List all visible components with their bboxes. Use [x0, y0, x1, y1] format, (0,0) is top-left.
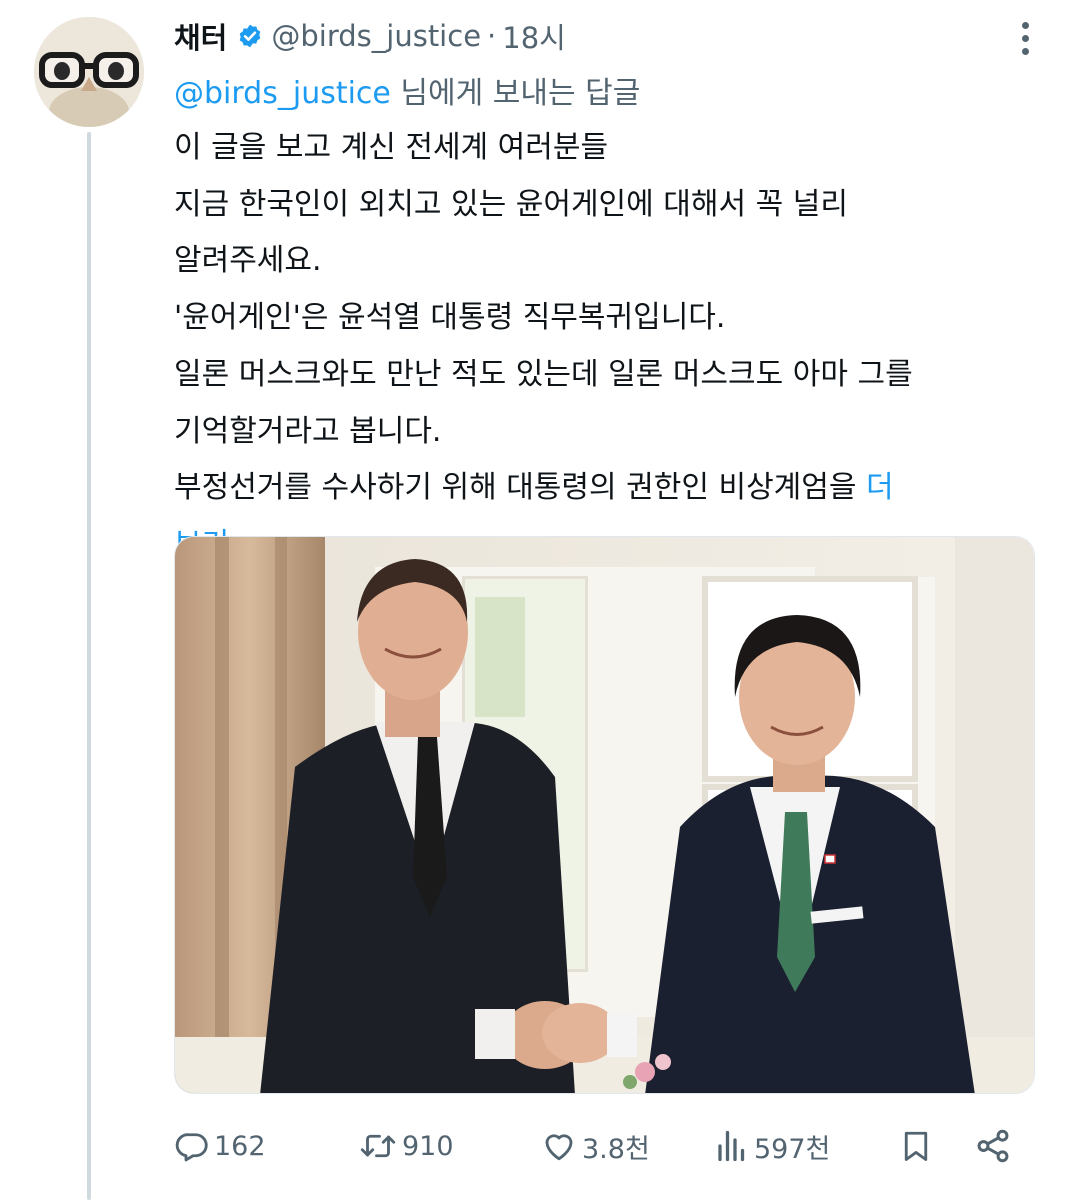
author-handle[interactable]: @birds_justice [271, 19, 481, 53]
thread-line [87, 132, 91, 1200]
reply-icon [175, 1133, 208, 1162]
tweet-text-line: 기억할거라고 봅니다. [174, 413, 442, 449]
share-button[interactable] [974, 1118, 1012, 1174]
tweet-text-line: 이 글을 보고 계신 전세계 여러분들 [174, 130, 609, 165]
reply-mention-link[interactable]: @birds_justice [174, 76, 391, 111]
tweet-text-line: 지금 한국인이 외치고 있는 윤어게인에 대해서 꼭 널리 [174, 186, 848, 222]
verified-badge-icon [240, 24, 261, 48]
retweet-button[interactable]: 910 [358, 1118, 454, 1174]
tweet-time[interactable]: 18시 [502, 15, 566, 57]
tweet-photo[interactable] [174, 536, 1035, 1094]
avatar-glasses-bird-icon [34, 17, 144, 127]
bookmark-icon [904, 1131, 928, 1161]
retweet-count: 910 [402, 1130, 454, 1162]
views-button[interactable]: 597천 [714, 1118, 830, 1174]
author-name[interactable]: 채터 [174, 15, 227, 57]
show-more-link[interactable]: 더 [866, 470, 894, 505]
share-icon [977, 1129, 1009, 1163]
photo-two-men-handshake-icon [175, 537, 1034, 1093]
action-bar: 162 910 3.8천 597천 [174, 1118, 1034, 1174]
like-count: 3.8천 [582, 1133, 650, 1165]
reply-count: 162 [214, 1130, 266, 1162]
like-button[interactable]: 3.8천 [540, 1118, 650, 1174]
tweet-text-line: 알려주세요. [174, 243, 322, 279]
tweet-header: 채터 @birds_justice · 18시 [174, 12, 566, 60]
tweet-text-line-last: 부정선거를 수사하기 위해 대통령의 권한인 비상계엄을 더 [174, 460, 1034, 517]
retweet-icon [360, 1134, 396, 1158]
bookmark-button[interactable] [898, 1118, 934, 1174]
tweet-text-line: 부정선거를 수사하기 위해 대통령의 권한인 비상계엄을 [174, 470, 867, 506]
reply-to-line: @birds_justice 님에게 보내는 답글 [174, 68, 640, 112]
reply-suffix: 님에게 보내는 답글 [390, 76, 641, 111]
views-chart-icon [718, 1130, 745, 1162]
avatar[interactable] [34, 17, 144, 127]
tweet-text-line: '윤어게인'은 윤석열 대통령 직무복귀입니다. [174, 300, 726, 336]
heart-icon [545, 1134, 573, 1161]
reply-button[interactable]: 162 [174, 1118, 266, 1174]
tweet-text: 이 글을 보고 계신 전세계 여러분들 지금 한국인이 외치고 있는 윤어게인에… [174, 120, 1034, 574]
separator-dot: · [487, 19, 497, 53]
tweet-text-line: 일론 머스크와도 만난 적도 있는데 일론 머스크도 아마 그를 [174, 356, 913, 392]
view-count: 597천 [754, 1133, 831, 1165]
more-options-icon[interactable] [1018, 22, 1032, 58]
